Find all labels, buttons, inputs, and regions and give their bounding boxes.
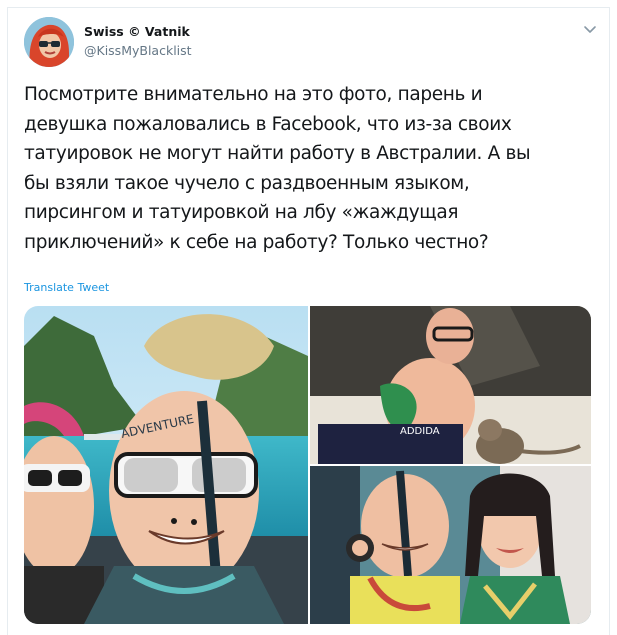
svg-text:ADDIDA: ADDIDA: [400, 426, 440, 437]
tweet-media: ADVENTURE ADDIDA: [24, 306, 591, 624]
translate-tweet-link[interactable]: Translate Tweet: [24, 281, 109, 294]
chevron-down-icon[interactable]: [581, 22, 599, 36]
user-handle[interactable]: @KissMyBlacklist: [84, 43, 192, 58]
photo-couple-selfie[interactable]: ADVENTURE: [24, 306, 308, 624]
photo-beach-monkey[interactable]: ADDIDA: [310, 306, 591, 464]
avatar[interactable]: [24, 17, 74, 67]
display-name[interactable]: Swiss © Vatnik: [84, 24, 190, 39]
photo-couple-indoor[interactable]: [310, 466, 591, 624]
tweet-text: Посмотрите внимательно на это фото, паре…: [24, 84, 531, 253]
avatar-image: [24, 17, 74, 67]
tweet-card: Swiss © Vatnik @KissMyBlacklist Посмотри…: [7, 7, 610, 635]
